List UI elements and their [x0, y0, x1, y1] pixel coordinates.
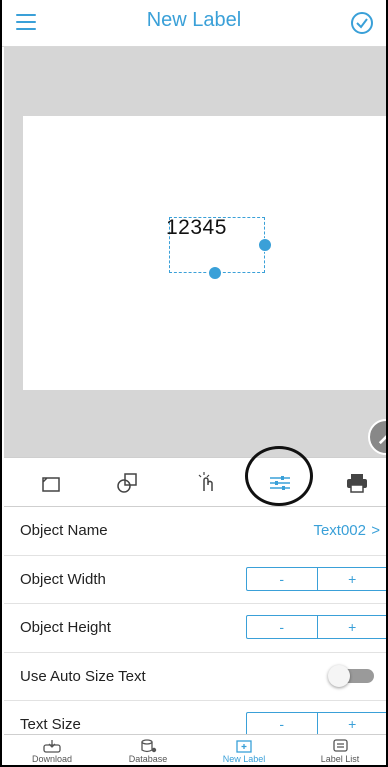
- check-circle-icon[interactable]: [350, 11, 374, 35]
- auto-size-toggle[interactable]: [328, 664, 374, 687]
- nav-label-list[interactable]: Label List: [292, 735, 386, 765]
- new-label-icon: [236, 740, 252, 753]
- properties-panel: Object Name Text002 > Object Width - + O…: [4, 507, 387, 750]
- toggle-knob: [328, 664, 350, 687]
- download-icon: [43, 740, 61, 753]
- chevron-right-icon: >: [371, 522, 380, 539]
- object-width-stepper: - +: [246, 566, 387, 591]
- nav-new-label[interactable]: New Label: [196, 735, 292, 765]
- nav-label-list-label: Label List: [320, 754, 360, 764]
- object-name-value[interactable]: Text002: [313, 522, 366, 539]
- nav-database[interactable]: Database: [100, 735, 196, 765]
- label-list-icon: [333, 739, 348, 752]
- object-width-row: Object Width - +: [4, 555, 387, 604]
- object-height-stepper: - +: [246, 615, 387, 639]
- resize-handle-right[interactable]: [258, 238, 272, 252]
- object-width-plus-button[interactable]: +: [318, 568, 387, 590]
- shapes-icon[interactable]: [114, 470, 140, 496]
- tool-bar: [4, 457, 386, 507]
- text-size-label: Text Size: [20, 716, 81, 733]
- label-shape-icon[interactable]: [38, 470, 64, 496]
- object-width-label: Object Width: [20, 570, 106, 588]
- app-header: New Label: [2, 0, 386, 47]
- nav-download[interactable]: Download: [4, 735, 100, 765]
- printer-icon[interactable]: [344, 470, 370, 496]
- text-size-plus-button[interactable]: +: [318, 713, 387, 735]
- object-height-label: Object Height: [20, 619, 111, 636]
- text-size-stepper: - +: [246, 712, 387, 736]
- object-name-label: Object Name: [20, 522, 108, 539]
- object-width-minus-button[interactable]: -: [247, 567, 318, 590]
- touch-icon[interactable]: [194, 470, 220, 496]
- object-height-row: Object Height - +: [4, 604, 387, 653]
- object-height-minus-button[interactable]: -: [247, 616, 318, 638]
- text-object[interactable]: 12345: [166, 216, 272, 280]
- nav-new-label-label: New Label: [222, 754, 266, 764]
- auto-size-row: Use Auto Size Text: [4, 652, 386, 701]
- highlight-ring: [245, 446, 313, 506]
- page-title: New Label: [146, 9, 242, 31]
- pencil-icon[interactable]: [368, 419, 386, 455]
- label-canvas-area[interactable]: 12345: [4, 47, 386, 457]
- app-frame: New Label 12345 Object Name Text002 > Ob…: [0, 0, 388, 767]
- object-name-row[interactable]: Object Name Text002 >: [4, 507, 386, 556]
- label-canvas[interactable]: 12345: [23, 116, 386, 455]
- text-size-minus-button[interactable]: -: [247, 713, 318, 735]
- auto-size-label: Use Auto Size Text: [20, 667, 146, 685]
- nav-database-label: Database: [128, 754, 168, 764]
- nav-download-label: Download: [31, 754, 73, 764]
- database-icon: [141, 739, 157, 753]
- text-object-value: 12345: [166, 216, 227, 239]
- bottom-nav: Download Database New Label Label List: [4, 734, 386, 765]
- resize-handle-bottom[interactable]: [208, 266, 222, 280]
- object-height-plus-button[interactable]: +: [318, 616, 387, 638]
